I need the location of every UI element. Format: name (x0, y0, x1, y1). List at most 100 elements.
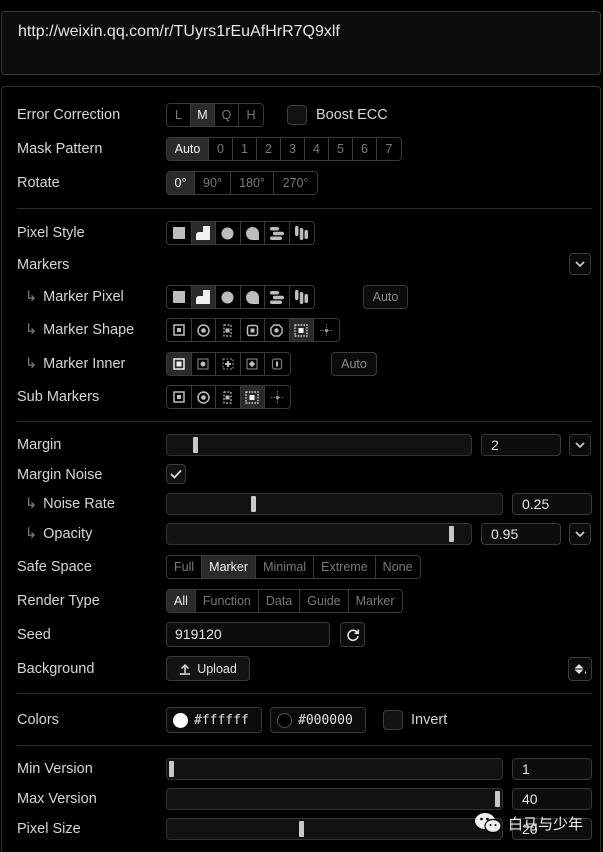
max-version-slider[interactable] (166, 788, 503, 810)
ecc-option-h[interactable]: H (239, 104, 263, 126)
dark-color-picker[interactable]: #000000 (270, 707, 366, 733)
dot-icon[interactable] (216, 286, 241, 308)
bar-inner-icon[interactable] (265, 353, 290, 375)
markers-expand-button[interactable] (569, 253, 591, 275)
mask-option-auto[interactable]: Auto (167, 138, 209, 160)
margin-input[interactable]: 2 (481, 434, 561, 456)
squircle-icon[interactable] (241, 286, 265, 308)
column-icon[interactable] (290, 222, 315, 244)
max-version-input[interactable]: 40 (512, 788, 592, 810)
rotate-option-0[interactable]: 0° (167, 172, 195, 194)
square-inner-icon[interactable] (167, 353, 192, 375)
rotate-option-180[interactable]: 180° (231, 172, 274, 194)
safe-space-option-full[interactable]: Full (167, 556, 203, 578)
safe-space-option-extreme[interactable]: Extreme (314, 556, 376, 578)
seed-input[interactable]: 919120 (166, 622, 330, 647)
refresh-seed-button[interactable] (340, 622, 365, 647)
boost-ecc-checkbox[interactable] (287, 105, 307, 125)
render-option-data[interactable]: Data (259, 590, 301, 612)
marker-pixel-auto-button[interactable]: Auto (363, 285, 408, 309)
chevron-down-icon (575, 531, 585, 537)
plus-inner-icon[interactable] (216, 353, 241, 375)
rounded-corner-icon[interactable] (191, 222, 216, 244)
ecc-option-m[interactable]: M (191, 104, 215, 126)
slider-thumb[interactable] (250, 496, 256, 512)
pixel-style-selector (166, 221, 315, 245)
min-version-slider[interactable] (166, 758, 503, 780)
render-option-marker[interactable]: Marker (349, 590, 402, 612)
safe-space-option-none[interactable]: None (376, 556, 420, 578)
safe-space-option-minimal[interactable]: Minimal (256, 556, 315, 578)
box-marker-icon[interactable] (241, 319, 265, 341)
mask-option-3[interactable]: 3 (281, 138, 305, 160)
circle-inner-icon[interactable] (192, 353, 216, 375)
opacity-expand-button[interactable] (569, 523, 591, 545)
divider (17, 693, 592, 694)
mask-option-7[interactable]: 7 (377, 138, 401, 160)
tiny-plus-marker-icon[interactable] (289, 319, 314, 341)
upload-icon (180, 663, 191, 675)
dark-color-value: #000000 (298, 712, 353, 728)
safe-space-option-marker[interactable]: Marker (202, 556, 257, 578)
square-marker-icon[interactable] (167, 319, 192, 341)
marker-inner-selector (166, 352, 291, 376)
fill-color-button[interactable] (568, 657, 592, 681)
octagon-marker-icon[interactable] (265, 319, 290, 341)
dotted-marker-icon[interactable] (314, 319, 339, 341)
render-option-function[interactable]: Function (196, 590, 259, 612)
min-version-input[interactable]: 1 (512, 758, 592, 780)
mask-option-0[interactable]: 0 (209, 138, 233, 160)
opacity-slider[interactable] (166, 523, 472, 545)
mask-option-5[interactable]: 5 (329, 138, 353, 160)
chevron-down-icon (575, 261, 585, 267)
render-option-all[interactable]: All (167, 590, 196, 612)
upload-label: Upload (197, 661, 237, 676)
opacity-input[interactable]: 0.95 (481, 523, 561, 545)
marker-pixel-label: ↳ Marker Pixel (25, 289, 124, 305)
pixel-size-slider[interactable] (166, 818, 503, 840)
rotate-option-270[interactable]: 270° (274, 172, 317, 194)
column-icon[interactable] (290, 286, 315, 308)
mask-option-1[interactable]: 1 (233, 138, 257, 160)
mask-option-6[interactable]: 6 (353, 138, 377, 160)
sub-markers-label: Sub Markers (17, 389, 100, 405)
ecc-option-l[interactable]: L (167, 104, 191, 126)
circle-marker-icon[interactable] (192, 319, 216, 341)
noise-rate-input[interactable]: 0.25 (512, 493, 592, 515)
render-option-guide[interactable]: Guide (300, 590, 349, 612)
circle-sub-marker-icon[interactable] (192, 386, 216, 408)
rounded-corner-icon[interactable] (191, 286, 216, 308)
square-icon[interactable] (167, 222, 192, 244)
plus-sub-marker-icon[interactable] (216, 386, 241, 408)
ecc-option-q[interactable]: Q (215, 104, 239, 126)
url-input[interactable]: http://weixin.qq.com/r/TUyrs1rEuAfHrR7Q9… (1, 11, 601, 75)
mask-option-2[interactable]: 2 (257, 138, 281, 160)
margin-noise-checkbox[interactable] (166, 464, 186, 484)
slider-thumb[interactable] (192, 437, 198, 453)
upload-button[interactable]: Upload (166, 656, 250, 681)
dotted-sub-marker-icon[interactable] (265, 386, 290, 408)
slider-thumb[interactable] (495, 791, 500, 807)
squircle-icon[interactable] (241, 222, 265, 244)
invert-checkbox[interactable] (383, 710, 403, 730)
dot-icon[interactable] (216, 222, 241, 244)
plus-marker-icon[interactable] (216, 319, 241, 341)
light-color-picker[interactable]: #ffffff (166, 707, 262, 733)
square-sub-marker-icon[interactable] (167, 386, 192, 408)
row-icon[interactable] (265, 222, 290, 244)
slider-thumb[interactable] (299, 821, 305, 837)
slider-thumb[interactable] (169, 761, 174, 777)
row-icon[interactable] (265, 286, 290, 308)
watermark-text: 白马与少年 (508, 815, 584, 833)
square-icon[interactable] (167, 286, 192, 308)
diamond-inner-icon[interactable] (241, 353, 265, 375)
rotate-option-90[interactable]: 90° (195, 172, 231, 194)
tiny-plus-sub-marker-icon[interactable] (240, 386, 265, 408)
marker-inner-auto-button[interactable]: Auto (331, 352, 377, 376)
noise-rate-slider[interactable] (166, 493, 503, 515)
slider-thumb[interactable] (449, 526, 455, 542)
margin-expand-button[interactable] (569, 434, 591, 456)
margin-slider[interactable] (166, 434, 472, 456)
mask-option-4[interactable]: 4 (305, 138, 329, 160)
mask-pattern-label: Mask Pattern (17, 141, 103, 157)
